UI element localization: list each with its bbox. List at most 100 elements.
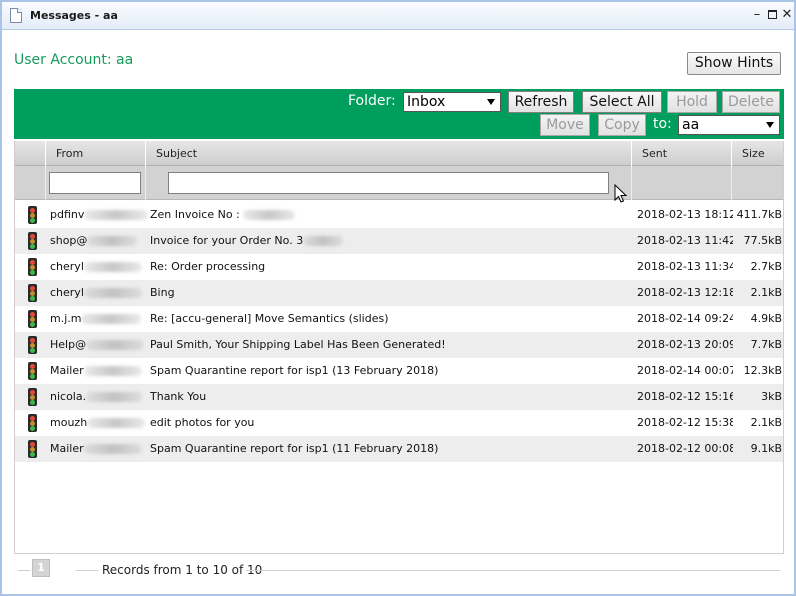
- from-filter-input[interactable]: [49, 172, 141, 194]
- status-cell: [24, 384, 46, 410]
- table-row[interactable]: m.j.m Re: [accu-general] Move Semantics …: [14, 306, 784, 332]
- status-cell: [24, 202, 46, 228]
- table-row[interactable]: Mailer Spam Quarantine report for isp1 (…: [14, 358, 784, 384]
- hold-button[interactable]: Hold: [667, 91, 717, 113]
- grid-border-right: [783, 141, 784, 553]
- size-cell: 2.7kB: [750, 260, 782, 273]
- refresh-button[interactable]: Refresh: [508, 91, 574, 113]
- filter-cell-icon: [14, 166, 46, 200]
- header-size[interactable]: Size: [732, 141, 784, 166]
- minimize-button[interactable]: –: [750, 7, 764, 23]
- traffic-light-icon: [28, 388, 37, 406]
- filter-cell-sent: [632, 166, 732, 200]
- page-number-button[interactable]: 1: [32, 559, 50, 577]
- size-cell: 2.1kB: [750, 416, 782, 429]
- folder-select[interactable]: Inbox: [403, 92, 501, 112]
- target-folder-select[interactable]: aa: [678, 115, 780, 135]
- subject-cell: Invoice for your Order No. 3: [150, 228, 630, 254]
- delete-button[interactable]: Delete: [722, 91, 780, 113]
- grid-border-left: [14, 141, 15, 553]
- subject-cell: Bing: [150, 286, 175, 299]
- from-cell: nicola.: [50, 384, 148, 410]
- table-row[interactable]: pdfinv Zen Invoice No : 2018-02-13 18:12…: [14, 202, 784, 228]
- table-row[interactable]: nicola. Thank You 2018-02-12 15:16:4 3kB: [14, 384, 784, 410]
- folder-select-value: Inbox: [407, 94, 446, 110]
- filter-cell-size: [732, 166, 784, 200]
- size-cell: 2.1kB: [750, 286, 782, 299]
- size-cell: 9.1kB: [750, 442, 782, 455]
- traffic-light-icon: [28, 362, 37, 380]
- traffic-light-icon: [28, 206, 37, 224]
- status-cell: [24, 332, 46, 358]
- pagination-footer: 1 Records from 1 to 10 of 10: [14, 553, 784, 583]
- sent-cell: 2018-02-12 00:08:1: [637, 442, 733, 455]
- traffic-light-icon: [28, 414, 37, 432]
- header-from[interactable]: From: [46, 141, 146, 166]
- grid-header: From Subject Sent Size: [14, 141, 784, 166]
- subject-filter-input[interactable]: [168, 172, 609, 194]
- table-row[interactable]: Mailer Spam Quarantine report for isp1 (…: [14, 436, 784, 462]
- close-button[interactable]: ✕: [780, 7, 794, 23]
- from-cell: mouzh: [50, 410, 148, 436]
- folder-label: Folder:: [348, 93, 396, 109]
- sent-cell: 2018-02-14 09:24:1: [637, 312, 733, 325]
- status-cell: [24, 254, 46, 280]
- traffic-light-icon: [28, 440, 37, 458]
- title-bar[interactable]: Messages - aa – ✕: [2, 2, 794, 30]
- from-cell: Mailer: [50, 436, 148, 462]
- status-cell: [24, 280, 46, 306]
- traffic-light-icon: [28, 336, 37, 354]
- sent-cell: 2018-02-13 11:34:2: [637, 260, 733, 273]
- filter-cell-from: [46, 166, 146, 200]
- status-cell: [24, 358, 46, 384]
- dropdown-arrow-icon: [766, 122, 774, 128]
- sent-cell: 2018-02-13 18:12:5: [637, 208, 733, 221]
- header-sent[interactable]: Sent: [632, 141, 732, 166]
- sent-cell: 2018-02-13 20:09:2: [637, 338, 733, 351]
- status-cell: [24, 410, 46, 436]
- from-cell: pdfinv: [50, 202, 148, 228]
- footer-divider: [76, 570, 98, 571]
- from-cell: cheryl: [50, 280, 148, 306]
- user-account-label: User Account: aa: [14, 52, 134, 68]
- window-title: Messages - aa: [30, 9, 118, 22]
- from-cell: Help@: [50, 332, 148, 358]
- table-row[interactable]: cheryl Re: Order processing 2018-02-13 1…: [14, 254, 784, 280]
- sent-cell: 2018-02-13 12:18:2: [637, 286, 733, 299]
- to-label: to:: [653, 116, 672, 132]
- from-cell: shop@: [50, 228, 148, 254]
- maximize-button[interactable]: [765, 7, 779, 23]
- target-folder-value: aa: [682, 117, 700, 133]
- table-row[interactable]: shop@ Invoice for your Order No. 3 2018-…: [14, 228, 784, 254]
- table-row[interactable]: mouzh edit photos for you 2018-02-12 15:…: [14, 410, 784, 436]
- messages-window: Messages - aa – ✕ User Account: aa Show …: [0, 0, 796, 596]
- subject-cell: Paul Smith, Your Shipping Label Has Been…: [150, 338, 446, 351]
- table-row[interactable]: cheryl Bing 2018-02-13 12:18:2 2.1kB: [14, 280, 784, 306]
- copy-button[interactable]: Copy: [598, 114, 646, 136]
- footer-divider: [246, 570, 780, 571]
- show-hints-button[interactable]: Show Hints: [687, 52, 781, 75]
- mouse-cursor-icon: [614, 184, 628, 203]
- size-cell: 411.7kB: [736, 208, 782, 221]
- traffic-light-icon: [28, 258, 37, 276]
- dropdown-arrow-icon: [487, 99, 495, 105]
- table-row[interactable]: Help@ Paul Smith, Your Shipping Label Ha…: [14, 332, 784, 358]
- size-cell: 77.5kB: [743, 234, 782, 247]
- sent-cell: 2018-02-14 00:07:5: [637, 364, 733, 377]
- header-icon-column: [14, 141, 46, 166]
- subject-cell: Thank You: [150, 390, 207, 403]
- move-button[interactable]: Move: [540, 114, 590, 136]
- footer-divider: [18, 570, 30, 571]
- maximize-icon: [767, 10, 777, 19]
- from-cell: Mailer: [50, 358, 148, 384]
- records-count: Records from 1 to 10 of 10: [100, 563, 265, 577]
- traffic-light-icon: [28, 310, 37, 328]
- filter-row: [14, 166, 784, 200]
- traffic-light-icon: [28, 232, 37, 250]
- subject-cell: Spam Quarantine report for isp1 (11 Febr…: [150, 442, 439, 455]
- size-cell: 7.7kB: [750, 338, 782, 351]
- subject-cell: Re: Order processing: [150, 260, 266, 273]
- header-subject[interactable]: Subject: [146, 141, 632, 166]
- select-all-button[interactable]: Select All: [582, 91, 662, 113]
- status-cell: [24, 228, 46, 254]
